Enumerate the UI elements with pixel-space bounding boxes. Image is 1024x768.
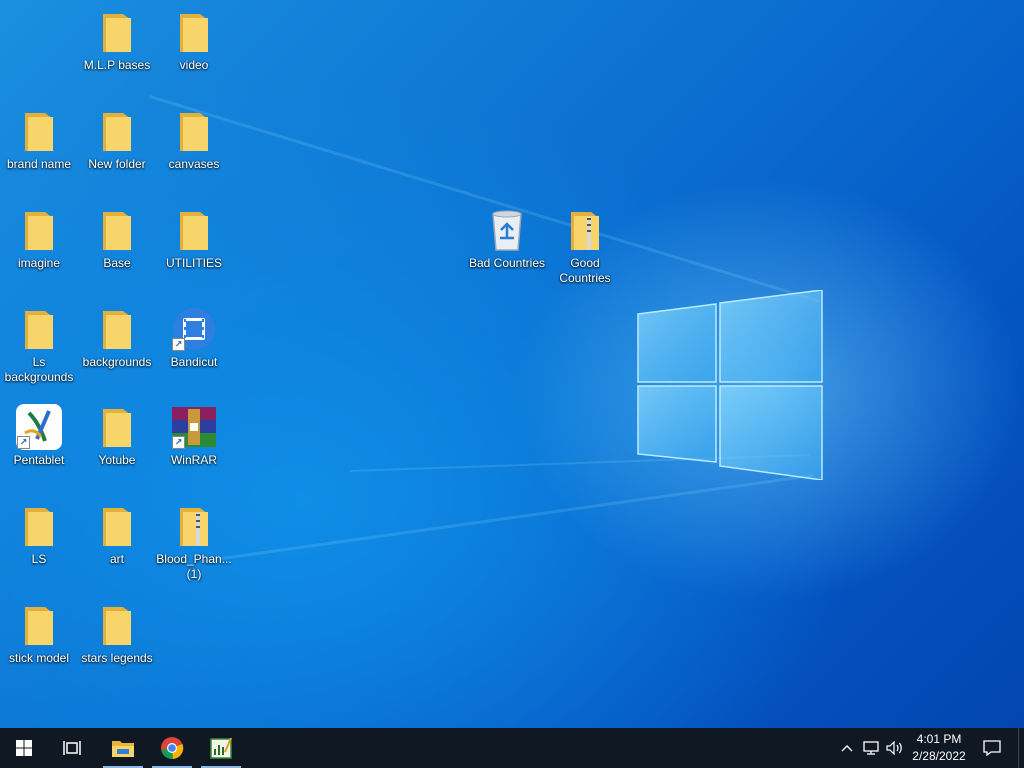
show-desktop-button[interactable] (1018, 728, 1024, 768)
icon-label: UTILITIES (165, 256, 222, 270)
desktop-icon-mlp-bases[interactable]: M.L.P bases (78, 8, 156, 73)
desktop-icon-stick-model[interactable]: stick model (0, 601, 78, 666)
icon-label: stick model (8, 651, 70, 665)
winrar-icon: ↗ (170, 403, 218, 451)
desktop-icon-backgrounds[interactable]: backgrounds (78, 305, 156, 370)
icon-label: Bad Countries (468, 256, 546, 270)
clock-time: 4:01 PM (916, 732, 962, 746)
icon-label: brand name (6, 157, 72, 171)
zip-folder-icon (170, 502, 218, 550)
icon-label: Blood_Phan... (1) (156, 552, 232, 581)
folder-icon (15, 206, 63, 254)
action-center-button[interactable] (978, 728, 1006, 768)
desktop-icon-winrar[interactable]: ↗ WinRAR (155, 403, 233, 468)
icon-label: canvases (168, 157, 220, 171)
desktop-icon-yotube[interactable]: Yotube (78, 403, 156, 468)
bandicut-icon: ↗ (170, 305, 218, 353)
icon-label: New folder (88, 157, 146, 171)
folder-icon (15, 107, 63, 155)
icon-label: imagine (17, 256, 61, 270)
folder-icon (15, 502, 63, 550)
chrome-icon (161, 737, 184, 760)
taskbar-file-explorer[interactable] (103, 728, 143, 768)
wallpaper-light-beam (149, 95, 820, 303)
desktop-icon-new-folder[interactable]: New folder (78, 107, 156, 172)
shortcut-arrow-icon: ↗ (172, 436, 185, 449)
desktop-icon-stars-legends[interactable]: stars legends (78, 601, 156, 666)
start-button[interactable] (0, 728, 48, 768)
windows-logo-icon (16, 740, 32, 756)
folder-icon (15, 601, 63, 649)
network-icon (863, 741, 879, 755)
icon-label: Bandicut (170, 355, 218, 369)
desktop-icon-recycle-bin[interactable]: Bad Countries (468, 206, 546, 271)
folder-icon (93, 601, 141, 649)
desktop-icon-blood-phan[interactable]: Blood_Phan... (1) (155, 502, 233, 582)
taskbar: 4:01 PM 2/28/2022 (0, 728, 1024, 768)
folder-icon (93, 107, 141, 155)
clock-date: 2/28/2022 (912, 749, 966, 763)
shortcut-arrow-icon: ↗ (172, 338, 185, 351)
taskbar-pentablet-app[interactable] (201, 728, 241, 768)
show-hidden-icons-button[interactable] (836, 728, 858, 768)
icon-label: Pentablet (13, 453, 65, 467)
desktop-icon-video[interactable]: video (155, 8, 233, 73)
icon-label: Good Countries (559, 256, 611, 285)
desktop-icon-brand-name[interactable]: brand name (0, 107, 78, 172)
icon-label: backgrounds (82, 355, 152, 369)
folder-icon (93, 206, 141, 254)
taskbar-clock[interactable]: 4:01 PM 2/28/2022 (900, 728, 978, 768)
folder-icon (93, 403, 141, 451)
desktop-icon-imagine[interactable]: imagine (0, 206, 78, 271)
icon-label: LS (31, 552, 47, 566)
desktop-icon-canvases[interactable]: canvases (155, 107, 233, 172)
icon-label: WinRAR (170, 453, 217, 467)
icon-label: Base (103, 256, 131, 270)
recycle-bin-icon (483, 206, 531, 254)
icon-label: art (109, 552, 124, 566)
wallpaper-windows-logo (637, 290, 823, 480)
desktop-icon-utilities[interactable]: UTILITIES (155, 206, 233, 271)
icon-label: Ls backgrounds (4, 355, 74, 384)
desktop-icon-ls[interactable]: LS (0, 502, 78, 567)
notification-icon (983, 740, 1001, 756)
desktop-icon-art[interactable]: art (78, 502, 156, 567)
icon-label: M.L.P bases (83, 58, 151, 72)
folder-icon (93, 305, 141, 353)
folder-icon (93, 8, 141, 56)
folder-icon (170, 206, 218, 254)
desktop-icon-pentablet[interactable]: ↗ Pentablet (0, 403, 78, 468)
shortcut-arrow-icon: ↗ (17, 436, 30, 449)
desktop-icon-bandicut[interactable]: ↗ Bandicut (155, 305, 233, 370)
taskbar-chrome[interactable] (152, 728, 192, 768)
wallpaper-light-beam (200, 473, 815, 563)
icon-label: Yotube (98, 453, 136, 467)
desktop-icon-base[interactable]: Base (78, 206, 156, 271)
task-view-icon (63, 741, 81, 755)
file-explorer-icon (112, 741, 134, 757)
desktop-icon-good-countries[interactable]: Good Countries (546, 206, 624, 286)
desktop-icon-ls-backgrounds[interactable]: Ls backgrounds (0, 305, 78, 385)
task-view-button[interactable] (48, 728, 96, 768)
desktop[interactable]: M.L.P bases video brand name New folder … (0, 0, 1024, 728)
pentablet-app-icon (210, 737, 232, 759)
folder-icon (93, 502, 141, 550)
network-button[interactable] (860, 728, 882, 768)
zip-folder-icon (561, 206, 609, 254)
chevron-up-icon (841, 745, 853, 752)
folder-icon (170, 8, 218, 56)
icon-label: video (179, 58, 209, 72)
pentablet-icon: ↗ (15, 403, 63, 451)
icon-label: stars legends (81, 651, 153, 665)
folder-icon (15, 305, 63, 353)
folder-icon (170, 107, 218, 155)
